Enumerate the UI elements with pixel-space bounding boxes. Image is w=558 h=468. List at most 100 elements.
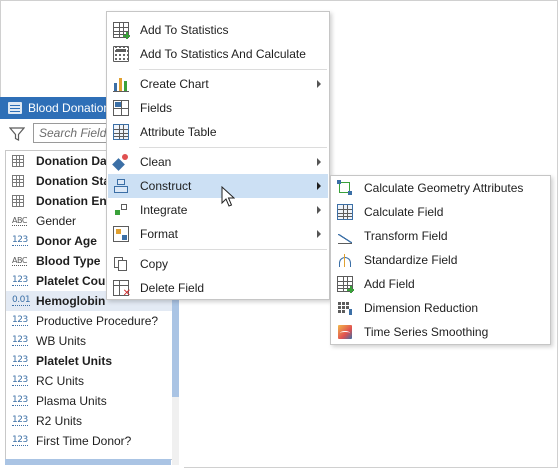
field-name: WB Units — [36, 334, 87, 348]
number-field-icon: 123 — [12, 435, 28, 446]
construct-icon — [113, 178, 129, 194]
field-row[interactable]: 123 Platelet Units — [6, 351, 172, 371]
menu-item-label: Create Chart — [140, 77, 209, 91]
number-field-icon: 123 — [12, 275, 28, 286]
field-name: Plasma Units — [36, 394, 107, 408]
filter-icon[interactable] — [9, 126, 25, 142]
menu-item-label: Construct — [140, 179, 192, 193]
menu-item-label: Copy — [140, 257, 169, 271]
menu-item-fields[interactable]: Fields — [108, 96, 328, 120]
field-name: Platelet Units — [36, 354, 113, 368]
menu-item-integrate[interactable]: Integrate — [108, 198, 328, 222]
standardize-field-icon — [337, 252, 353, 268]
field-name: Blood Type — [36, 254, 101, 268]
submenu-item-calculate-geometry-attributes[interactable]: Calculate Geometry Attributes — [332, 176, 549, 200]
menu-item-copy[interactable]: Copy — [108, 252, 328, 276]
fields-icon — [113, 100, 129, 116]
submenu-arrow-icon — [317, 206, 321, 214]
menu-separator — [139, 69, 327, 70]
copy-icon — [113, 256, 129, 272]
number-field-icon: 123 — [12, 315, 28, 326]
date-field-icon — [12, 195, 32, 207]
field-name: Donor Age — [36, 234, 97, 248]
field-row[interactable]: 123 First Time Donor? — [6, 431, 172, 451]
number-field-icon: 123 — [12, 335, 28, 346]
menu-item-attribute-table[interactable]: Attribute Table — [108, 120, 328, 144]
chart-icon — [113, 76, 129, 92]
menu-item-label: Add To Statistics And Calculate — [140, 47, 306, 61]
clean-icon — [113, 154, 129, 170]
submenu-item-label: Standardize Field — [364, 253, 458, 267]
number-field-icon: 123 — [12, 415, 28, 426]
calculate-geometry-icon — [337, 180, 353, 196]
submenu-item-label: Time Series Smoothing — [364, 325, 489, 339]
horizontal-scrollbar[interactable] — [5, 459, 171, 465]
time-series-smoothing-icon — [337, 324, 353, 340]
field-name: Productive Procedure? — [36, 314, 159, 328]
construct-submenu: Calculate Geometry Attributes Calculate … — [330, 175, 551, 345]
mouse-pointer-icon — [221, 186, 235, 207]
menu-item-add-to-statistics[interactable]: Add To Statistics — [108, 18, 328, 42]
transform-field-icon — [337, 228, 353, 244]
field-row[interactable]: 123 Plasma Units — [6, 391, 172, 411]
submenu-item-dimension-reduction[interactable]: Dimension Reduction — [332, 296, 549, 320]
submenu-item-transform-field[interactable]: Transform Field — [332, 224, 549, 248]
pane-title: Blood Donations — [28, 101, 117, 115]
submenu-item-label: Calculate Field — [364, 205, 444, 219]
submenu-item-time-series-smoothing[interactable]: Time Series Smoothing — [332, 320, 549, 344]
menu-item-label: Format — [140, 227, 179, 241]
add-statistics-icon — [113, 22, 130, 39]
calculator-icon — [113, 46, 129, 62]
submenu-item-label: Transform Field — [364, 229, 448, 243]
format-icon — [113, 226, 129, 242]
menu-item-label: Fields — [140, 101, 173, 115]
menu-item-label: Add To Statistics — [140, 23, 229, 37]
menu-separator — [139, 249, 327, 250]
field-row[interactable]: 123 R2 Units — [6, 411, 172, 431]
number-field-icon: 123 — [12, 355, 28, 366]
number-field-icon: 123 — [12, 235, 28, 246]
field-name: RC Units — [36, 374, 85, 388]
field-name: Gender — [36, 214, 77, 228]
submenu-item-add-field[interactable]: Add Field — [332, 272, 549, 296]
menu-item-label: Integrate — [140, 203, 188, 217]
submenu-item-label: Add Field — [364, 277, 415, 291]
menu-item-clean[interactable]: Clean — [108, 150, 328, 174]
field-name: R2 Units — [36, 414, 83, 428]
submenu-item-label: Calculate Geometry Attributes — [364, 181, 524, 195]
integrate-icon — [113, 202, 129, 218]
field-name: Donation End — [36, 194, 114, 208]
date-field-icon — [12, 155, 32, 167]
attribute-table-icon — [113, 124, 129, 140]
text-field-icon: ABC — [12, 256, 27, 266]
submenu-item-standardize-field[interactable]: Standardize Field — [332, 248, 549, 272]
calculate-field-icon — [337, 204, 353, 220]
field-row[interactable]: 123 RC Units — [6, 371, 172, 391]
submenu-arrow-icon — [317, 182, 321, 190]
menu-separator — [139, 147, 327, 148]
add-field-icon — [337, 276, 354, 293]
menu-item-add-to-statistics-and-calculate[interactable]: Add To Statistics And Calculate — [108, 42, 328, 66]
menu-item-format[interactable]: Format — [108, 222, 328, 246]
table-icon — [8, 102, 22, 114]
submenu-arrow-icon — [317, 158, 321, 166]
submenu-item-calculate-field[interactable]: Calculate Field — [332, 200, 549, 224]
field-name: Platelet Count — [36, 274, 117, 288]
menu-item-construct[interactable]: Construct — [108, 174, 328, 198]
delete-field-icon — [113, 280, 131, 299]
menu-item-label: Delete Field — [140, 281, 205, 295]
date-field-icon — [12, 175, 32, 187]
submenu-item-label: Dimension Reduction — [364, 301, 479, 315]
field-context-menu: Add To Statistics Add To Statistics And … — [106, 11, 330, 300]
dimension-reduction-icon — [337, 300, 353, 316]
field-name: Hemoglobin — [36, 294, 106, 308]
double-field-icon: 0.01 — [12, 295, 31, 306]
submenu-arrow-icon — [317, 230, 321, 238]
menu-item-label: Clean — [140, 155, 172, 169]
field-row[interactable]: 123 WB Units — [6, 331, 172, 351]
text-field-icon: ABC — [12, 216, 27, 226]
menu-item-delete-field[interactable]: Delete Field — [108, 276, 328, 300]
number-field-icon: 123 — [12, 375, 28, 386]
field-row[interactable]: 123 Productive Procedure? — [6, 311, 172, 331]
menu-item-create-chart[interactable]: Create Chart — [108, 72, 328, 96]
